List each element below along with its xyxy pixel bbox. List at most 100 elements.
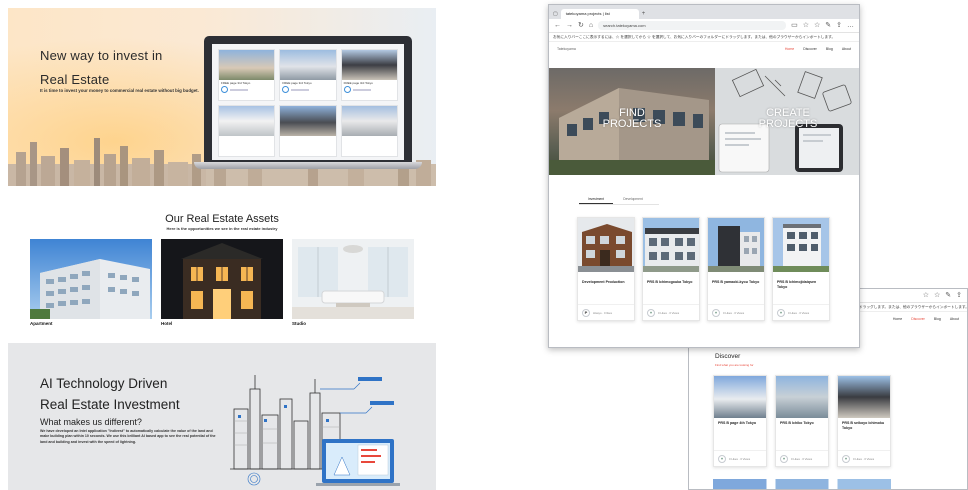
forward-arrow-icon[interactable]: →	[566, 22, 573, 29]
apartment-image[interactable]	[30, 239, 152, 319]
assets-heading: Our Real Estate Assets	[165, 213, 279, 225]
project-card[interactable]: Development Production P Hisayo · 0 likes	[577, 217, 635, 321]
project-card-title: Development Production	[582, 280, 625, 284]
find-projects-banner[interactable]: FIND PROJECTS	[549, 68, 715, 175]
project-card[interactable]: PRS B yamaoki-kyou Tokyo ♥ 0 Likes · 0 Vi…	[707, 217, 765, 321]
studio-image[interactable]	[292, 239, 414, 319]
discover-card-meta: 0 Likes · 0 Views	[853, 456, 875, 461]
nav-blog[interactable]: Blog	[826, 47, 833, 51]
building-image	[219, 50, 275, 80]
discover-card[interactable]: PRS B Ichiko Tokyo ♥ 0 Likes · 0 Views	[775, 375, 829, 467]
progress-ring-icon	[343, 86, 351, 93]
laptop-screen: FREE page 3rd Tokyo FREE page 3rd Tokyo …	[212, 44, 404, 160]
home-icon[interactable]: ⌂	[589, 22, 593, 29]
hotel-image[interactable]	[161, 239, 283, 319]
heart-icon[interactable]: ♥	[777, 308, 785, 317]
pen-icon[interactable]: ✎	[825, 22, 831, 29]
laptop-card	[340, 105, 398, 157]
share-icon[interactable]: ⇪	[836, 22, 842, 29]
ai-section: AI Technology Driven Real Estate Investm…	[8, 343, 436, 490]
pen-icon[interactable]: ✎	[945, 292, 951, 299]
share-icon[interactable]: ⇪	[956, 292, 962, 299]
ai-title-line2: Real Estate Investment	[40, 397, 180, 412]
laptop-base	[194, 162, 422, 169]
project-card-meta: 0 Likes · 0 Views	[658, 310, 680, 315]
building-image	[219, 106, 275, 136]
building-image	[838, 376, 890, 418]
bookmark-bar: お気に入りバーここに表示するには、☆ を選択してから ☆ を選択して、お気に入り…	[549, 33, 859, 42]
nav-about[interactable]: About	[950, 317, 959, 321]
back-arrow-icon[interactable]: ←	[554, 22, 561, 29]
more-icon[interactable]: …	[847, 22, 854, 29]
progress-ring-icon	[221, 86, 228, 93]
asset-label-apartment: Apartment	[30, 321, 53, 326]
discover-card-title: PRS B page 4th Tokyo	[718, 421, 757, 425]
discover-card[interactable]: PRS B seikoyo Ichimoku Tokyo ♥ 0 Likes · …	[837, 375, 891, 467]
heart-icon[interactable]: ♥	[718, 454, 726, 463]
laptop-card-status	[280, 86, 335, 93]
assets-subheading: Here is the opportunities we see in the …	[166, 226, 278, 231]
site-logo[interactable]: Tatekoyama	[557, 47, 576, 51]
tab-actions-icon[interactable]: ▢	[553, 12, 558, 17]
tab-development[interactable]: Development	[613, 195, 653, 204]
heart-icon[interactable]: ♥	[780, 454, 788, 463]
laptop-card	[218, 105, 276, 157]
nav-home[interactable]: Home	[785, 47, 794, 51]
ai-title: AI Technology Driven Real Estate Investm…	[40, 373, 180, 415]
discover-heading: Discover	[715, 353, 741, 360]
building-image	[773, 218, 829, 272]
project-tabs: Investment Development	[579, 195, 659, 205]
assets-section: Our Real Estate Assets Here is the oppor…	[8, 186, 436, 336]
ai-title-line1: AI Technology Driven	[40, 376, 168, 391]
find-projects-label: FIND PROJECTS	[602, 107, 662, 130]
asset-label-hotel: Hotel	[161, 321, 173, 326]
nav-discover[interactable]: Discover	[803, 47, 817, 51]
ai-body: We have developed an Intel application "…	[40, 429, 216, 444]
building-image	[714, 376, 766, 418]
progress-ring-icon	[282, 86, 290, 93]
browser-tab[interactable]: tatekoyama projects | list	[560, 9, 639, 19]
laptop-card-status	[342, 86, 397, 93]
project-card[interactable]: PRS B Ichimojidaiqsen Tokyo ♥ 0 Likes · 0…	[772, 217, 830, 321]
favorites-icon[interactable]: ☆	[934, 292, 940, 299]
laptop-card-status	[219, 86, 274, 93]
nav-discover[interactable]: Discover	[911, 317, 925, 321]
discover-subheading: Find what you are looking for	[715, 363, 754, 367]
reading-view-icon[interactable]: ▭	[791, 22, 798, 29]
star-icon[interactable]: ☆	[923, 292, 929, 299]
laptop-card: FREE page 3rd Tokyo	[279, 49, 337, 101]
refresh-icon[interactable]: ↻	[578, 22, 584, 29]
asset-label-studio: Studio	[292, 321, 306, 326]
browser-window-projects: ▢ tatekoyama projects | list + ← → ↻ ⌂ s…	[548, 4, 860, 348]
favorites-icon[interactable]: ☆	[814, 22, 820, 29]
project-card-title: PRS B Ichimojidaiqsen Tokyo	[777, 280, 817, 289]
site-nav: Tatekoyama Home Discover Blog About	[549, 42, 859, 56]
star-icon[interactable]: ☆	[803, 22, 809, 29]
project-card[interactable]: PRS B Ichimogouka Tokyo ♥ 0 Likes · 0 Vie…	[642, 217, 700, 321]
create-projects-banner[interactable]: CREATE PROJECTS	[715, 68, 859, 175]
user-avatar-icon: P	[582, 308, 590, 317]
hero-section: New way to invest in Real Estate It is t…	[8, 8, 436, 186]
tab-investment[interactable]: Investment	[579, 195, 613, 204]
discover-card-meta: 0 Likes · 0 Views	[791, 456, 813, 461]
nav-about[interactable]: About	[842, 47, 851, 51]
heart-icon[interactable]: ♥	[647, 308, 655, 317]
next-row-images	[713, 479, 891, 489]
discover-card[interactable]: PRS B page 4th Tokyo ♥ 0 Likes · 0 Views	[713, 375, 767, 467]
laptop-card	[279, 105, 337, 157]
url-input[interactable]: search.tatekoyama.com	[598, 21, 787, 30]
building-image	[776, 376, 828, 418]
heart-icon[interactable]: ♥	[842, 454, 850, 463]
building-image	[708, 218, 764, 272]
nav-home[interactable]: Home	[893, 317, 902, 321]
create-projects-label: CREATE PROJECTS	[758, 107, 818, 130]
heart-icon[interactable]: ♥	[712, 308, 720, 317]
landing-page-panel: New way to invest in Real Estate It is t…	[8, 8, 436, 490]
hero-title: New way to invest in Real Estate	[40, 44, 163, 92]
hero-title-line1: New way to invest in	[40, 48, 163, 63]
project-card-title: PRS B yamaoki-kyou Tokyo	[712, 280, 760, 284]
nav-blog[interactable]: Blog	[934, 317, 941, 321]
laptop-mockup: FREE page 3rd Tokyo FREE page 3rd Tokyo …	[204, 36, 412, 162]
new-tab-icon[interactable]: +	[642, 11, 646, 17]
ai-city-illustration	[230, 375, 400, 486]
